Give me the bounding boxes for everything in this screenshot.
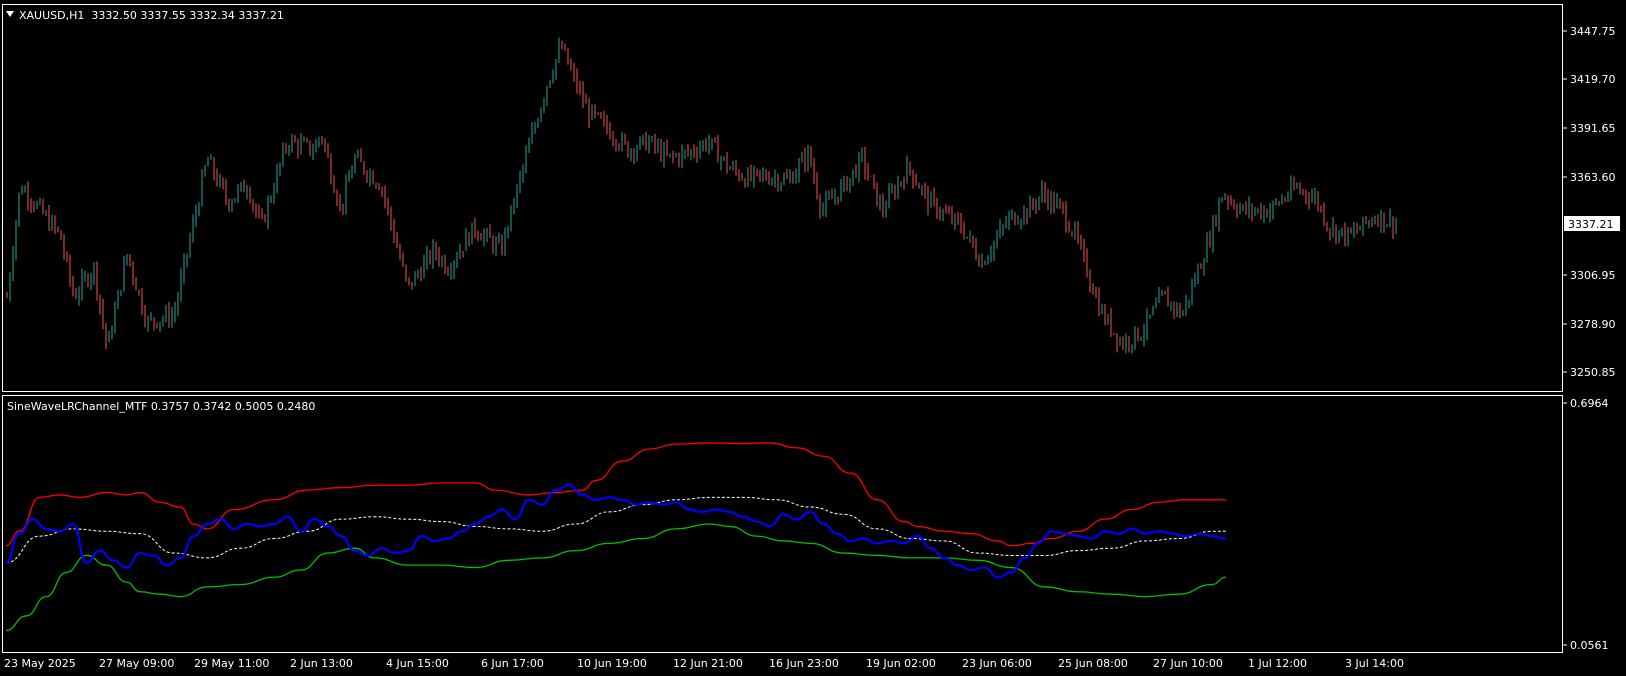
time-tick-label: 27 Jun 10:00 bbox=[1153, 657, 1223, 670]
time-tick-label: 12 Jun 21:00 bbox=[673, 657, 743, 670]
time-tick-label: 10 Jun 19:00 bbox=[577, 657, 647, 670]
current-price-label: 3337.21 bbox=[1568, 218, 1614, 231]
time-tick-label: 6 Jun 17:00 bbox=[481, 657, 544, 670]
time-tick-label: 25 Jun 08:00 bbox=[1058, 657, 1128, 670]
price-tick-label: 3306.95 bbox=[1570, 269, 1616, 282]
time-tick-label: 2 Jun 13:00 bbox=[290, 657, 353, 670]
price-tick-label: 3278.90 bbox=[1570, 318, 1616, 331]
chart-background bbox=[0, 0, 1626, 676]
price-tick-label: 3447.75 bbox=[1570, 25, 1616, 38]
time-tick-label: 3 Jul 14:00 bbox=[1345, 657, 1404, 670]
time-tick-label: 23 Jun 06:00 bbox=[962, 657, 1032, 670]
indicator-tick-label: 0.6964 bbox=[1570, 397, 1609, 410]
time-tick-label: 27 May 09:00 bbox=[99, 657, 174, 670]
trading-chart: XAUUSD,H1 3332.50 3337.55 3332.34 3337.2… bbox=[0, 0, 1626, 676]
price-panel-header: XAUUSD,H1 3332.50 3337.55 3332.34 3337.2… bbox=[19, 9, 284, 22]
time-tick-label: 19 Jun 02:00 bbox=[866, 657, 936, 670]
price-tick-label: 3419.70 bbox=[1570, 73, 1616, 86]
time-tick-label: 4 Jun 15:00 bbox=[386, 657, 449, 670]
indicator-tick-label: 0.0561 bbox=[1570, 639, 1609, 652]
time-tick-label: 29 May 11:00 bbox=[194, 657, 269, 670]
time-tick-label: 1 Jul 12:00 bbox=[1248, 657, 1307, 670]
price-tick-label: 3391.65 bbox=[1570, 122, 1616, 135]
price-tick-label: 3363.60 bbox=[1570, 171, 1616, 184]
time-axis: 23 May 2025 27 May 09:00 29 May 11:00 2 … bbox=[4, 657, 1404, 670]
time-tick-label: 23 May 2025 bbox=[4, 657, 76, 670]
price-tick-label: 3250.85 bbox=[1570, 366, 1616, 379]
time-tick-label: 16 Jun 23:00 bbox=[769, 657, 839, 670]
indicator-panel-header: SineWaveLRChannel_MTF 0.3757 0.3742 0.50… bbox=[7, 400, 315, 413]
